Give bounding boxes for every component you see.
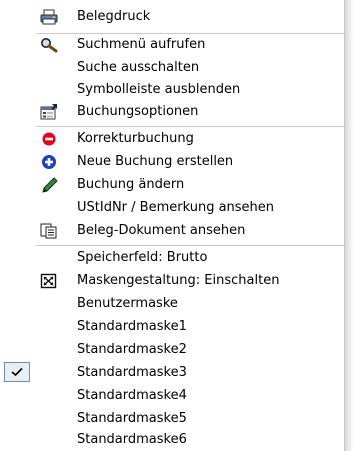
menu-item-neue-buchung-erstellen[interactable]: Neue Buchung erstellen bbox=[0, 151, 345, 173]
pen-icon bbox=[40, 177, 58, 193]
menu-item-label: Beleg-Dokument ansehen bbox=[77, 223, 246, 238]
minus-circle-icon bbox=[40, 131, 58, 147]
menu-item-belegdruck[interactable]: Belegdruck bbox=[0, 6, 345, 28]
menu-item-ustidnr-bemerkung[interactable]: UStIdNr / Bemerkung ansehen bbox=[0, 197, 345, 219]
context-menu: Belegdruck Suchmenü aufrufen Suche aussc… bbox=[0, 0, 345, 451]
menu-item-speicherfeld[interactable]: Speicherfeld: Brutto bbox=[0, 247, 345, 269]
menu-item-label: Standardmaske2 bbox=[77, 342, 187, 357]
options-icon bbox=[40, 104, 58, 120]
menu-item-label: Standardmaske5 bbox=[77, 411, 187, 426]
menu-item-label: Maskengestaltung: Einschalten bbox=[77, 273, 280, 288]
menu-item-label: Suche ausschalten bbox=[77, 60, 200, 75]
menu-item-standardmaske2[interactable]: Standardmaske2 bbox=[0, 339, 345, 361]
menu-item-label: Standardmaske4 bbox=[77, 388, 187, 403]
menu-item-standardmaske6[interactable]: Standardmaske6 bbox=[0, 429, 345, 451]
menu-item-label: Belegdruck bbox=[77, 9, 151, 24]
menu-item-korrekturbuchung[interactable]: Korrekturbuchung bbox=[0, 128, 345, 150]
menu-item-suchmenue-aufrufen[interactable]: Suchmenü aufrufen bbox=[0, 34, 345, 56]
menu-item-label: Standardmaske3 bbox=[77, 365, 187, 380]
menu-item-label: Standardmaske6 bbox=[77, 432, 187, 447]
menu-item-label: Standardmaske1 bbox=[77, 319, 187, 334]
menu-item-standardmaske5[interactable]: Standardmaske5 bbox=[0, 408, 345, 430]
menu-item-label: Suchmenü aufrufen bbox=[77, 37, 206, 52]
printer-icon bbox=[40, 9, 58, 25]
menu-separator bbox=[36, 126, 345, 127]
menu-item-maskengestaltung[interactable]: Maskengestaltung: Einschalten bbox=[0, 270, 345, 292]
menu-item-standardmaske1[interactable]: Standardmaske1 bbox=[0, 316, 345, 338]
menu-shadow bbox=[345, 0, 354, 451]
menu-item-label: Symbolleiste ausblenden bbox=[77, 82, 241, 97]
menu-item-label: Benutzermaske bbox=[77, 296, 178, 311]
menu-item-standardmaske4[interactable]: Standardmaske4 bbox=[0, 385, 345, 407]
menu-item-buchung-aendern[interactable]: Buchung ändern bbox=[0, 174, 345, 196]
menu-item-suche-ausschalten[interactable]: Suche ausschalten bbox=[0, 57, 345, 79]
menu-item-label: Korrekturbuchung bbox=[77, 131, 194, 146]
menu-item-symbolleiste-ausblenden[interactable]: Symbolleiste ausblenden bbox=[0, 79, 345, 101]
menu-separator bbox=[36, 245, 345, 246]
menu-item-label: UStIdNr / Bemerkung ansehen bbox=[77, 200, 275, 215]
layout-icon bbox=[40, 273, 58, 289]
menu-item-label: Neue Buchung erstellen bbox=[77, 154, 234, 169]
menu-item-standardmaske3[interactable]: Standardmaske3 bbox=[0, 362, 345, 384]
document-icon bbox=[40, 223, 58, 239]
search-icon bbox=[40, 37, 58, 53]
menu-item-beleg-dokument[interactable]: Beleg-Dokument ansehen bbox=[0, 220, 345, 242]
menu-item-label: Buchungsoptionen bbox=[77, 104, 199, 119]
plus-circle-icon bbox=[40, 154, 58, 170]
menu-item-label: Speicherfeld: Brutto bbox=[77, 250, 208, 265]
menu-item-benutzermaske[interactable]: Benutzermaske bbox=[0, 293, 345, 315]
menu-item-label: Buchung ändern bbox=[77, 177, 185, 192]
menu-item-buchungsoptionen[interactable]: Buchungsoptionen bbox=[0, 101, 345, 123]
